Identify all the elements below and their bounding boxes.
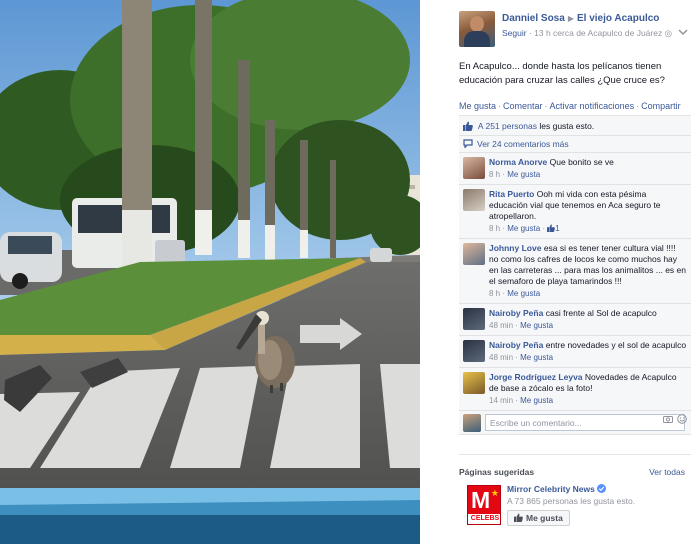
commenter-name[interactable]: Jorge Rodríguez Leyva [489, 372, 583, 382]
comment-time[interactable]: 8 h [489, 170, 500, 179]
likes-count-link[interactable]: A 251 personas [478, 121, 537, 131]
comment-like-link[interactable]: Me gusta [507, 289, 540, 298]
comment-time[interactable]: 48 min [489, 321, 513, 330]
suggested-pages: Páginas sugeridas Ver todas M ★ CELEBS M… [459, 467, 691, 526]
verified-badge-icon [596, 484, 606, 493]
photo-viewer: Danniel Sosa ▶ El viejo Acapulco Seguir · … [0, 0, 700, 544]
more-comments[interactable]: Ver 24 comentarios más [459, 136, 691, 153]
comment-link[interactable]: Comentar [503, 101, 543, 111]
separator: · [636, 101, 640, 111]
author-avatar[interactable] [459, 11, 495, 47]
comment-meta: 14 min · Me gusta [489, 396, 554, 405]
commenter-name[interactable]: Nairoby Peña [489, 340, 543, 350]
author-line: Danniel Sosa ▶ El viejo Acapulco [502, 13, 659, 24]
commenter-avatar[interactable] [463, 340, 485, 362]
commenter-avatar[interactable] [463, 243, 485, 265]
logo-text: CELEBS [468, 514, 500, 524]
section-divider [459, 454, 691, 455]
notify-link[interactable]: Activar notificaciones [550, 101, 635, 111]
separator: · [544, 101, 548, 111]
thumbs-up-icon [514, 513, 523, 522]
more-comments-label: Ver 24 comentarios más [477, 139, 569, 149]
post-text: En Acapulco... donde hasta los pelícanos… [459, 61, 665, 86]
commenter-avatar[interactable] [463, 308, 485, 330]
comment-item: Nairoby Peña entre novedades y el sol de… [459, 336, 691, 368]
post-side-panel: Danniel Sosa ▶ El viejo Acapulco Seguir · … [420, 0, 700, 544]
emoji-icon[interactable] [677, 414, 687, 424]
commenter-avatar[interactable] [463, 372, 485, 394]
page-name-link[interactable]: El viejo Acapulco [577, 13, 659, 24]
write-comment-row: Escribe un comentario... [459, 411, 691, 435]
commenter-name[interactable]: Rita Puerto [489, 189, 534, 199]
like-page-button[interactable]: Me gusta [507, 510, 570, 526]
comment-meta: 8 h · Me gusta [489, 170, 541, 179]
likes-suffix: les gusta esto. [539, 121, 595, 131]
comment-item: Norma Anorve Que bonito se ve 8 h · Me g… [459, 153, 691, 185]
comment-like-link[interactable]: Me gusta [520, 396, 553, 405]
separator: · [498, 101, 502, 111]
comment-time[interactable]: 8 h [489, 224, 500, 233]
comment-item: Rita Puerto Ooh mi vida con esta pésima … [459, 185, 691, 239]
comment-like-link[interactable]: Me gusta [507, 170, 540, 179]
comment-time[interactable]: 48 min [489, 353, 513, 362]
commenter-avatar[interactable] [463, 189, 485, 211]
triangle-right-icon: ▶ [567, 14, 574, 23]
comments-section: A 251 personas les gusta esto. Ver 24 co… [459, 115, 691, 435]
comment-like-link[interactable]: Me gusta [507, 224, 540, 233]
pelican-street-photo [0, 0, 420, 544]
commenter-avatar[interactable] [463, 157, 485, 179]
follow-link[interactable]: Seguir [502, 28, 527, 38]
post-meta: Seguir · 13 h cerca de Acapulco de Juáre… [502, 28, 672, 39]
commenter-name[interactable]: Johnny Love [489, 243, 541, 253]
comment-meta: 48 min · Me gusta [489, 321, 554, 330]
camera-icon[interactable] [663, 415, 673, 423]
see-all-link[interactable]: Ver todas [649, 467, 685, 477]
comment-like-count[interactable]: 1 [555, 224, 559, 233]
post-actions: Me gusta · Comentar · Activar notificaciones… [459, 101, 681, 111]
comment-item: Nairoby Peña casi frente al Sol de acapu… [459, 304, 691, 336]
likes-summary: A 251 personas les gusta esto. [459, 116, 691, 136]
comment-text: casi frente al Sol de acapulco [545, 308, 657, 318]
suggested-page-name[interactable]: Mirror Celebrity News [507, 484, 595, 494]
comment-meta: 48 min · Me gusta [489, 353, 554, 362]
comment-meta: 8 h · Me gusta [489, 289, 541, 298]
chevron-down-icon[interactable] [678, 27, 688, 37]
comment-like-link[interactable]: Me gusta [520, 353, 553, 362]
suggested-page-name-row: Mirror Celebrity News [507, 484, 606, 494]
commenter-name[interactable]: Nairoby Peña [489, 308, 543, 318]
author-name-link[interactable]: Danniel Sosa [502, 13, 565, 24]
post-photo[interactable] [0, 0, 420, 544]
thumbs-up-icon [463, 121, 473, 131]
comment-text: Que bonito se ve [549, 157, 614, 167]
comment-item: Jorge Rodríguez Leyva Novedades de Acapu… [459, 368, 691, 411]
comment-time[interactable]: 8 h [489, 289, 500, 298]
post-timestamp[interactable]: 13 h cerca de Acapulco de Juárez [534, 28, 662, 38]
comment-meta: 8 h · Me gusta · 1 [489, 224, 560, 233]
globe-icon: ◎ [664, 28, 673, 38]
share-link[interactable]: Compartir [641, 101, 681, 111]
logo-letter: M [471, 487, 491, 513]
suggested-page-likes: A 73 865 personas les gusta esto. [507, 496, 636, 506]
comment-item: Johnny Love esa si es tener tener cultur… [459, 239, 691, 304]
like-link[interactable]: Me gusta [459, 101, 496, 111]
comment-like-link[interactable]: Me gusta [520, 321, 553, 330]
comment-input[interactable]: Escribe un comentario... [485, 414, 685, 431]
like-page-label: Me gusta [526, 513, 563, 523]
viewer-avatar [463, 414, 481, 432]
comment-text: entre novedades y el sol de acapulco [545, 340, 687, 350]
commenter-name[interactable]: Norma Anorve [489, 157, 547, 167]
mirror-celebs-logo[interactable]: M ★ CELEBS [467, 485, 501, 525]
star-icon: ★ [490, 488, 499, 498]
post-header: Danniel Sosa ▶ El viejo Acapulco Seguir · … [459, 11, 690, 51]
suggested-page-card: M ★ CELEBS Mirror Celebrity News A 73 86… [467, 484, 691, 528]
comment-bubble-icon [463, 139, 473, 148]
comment-time[interactable]: 14 min [489, 396, 513, 405]
